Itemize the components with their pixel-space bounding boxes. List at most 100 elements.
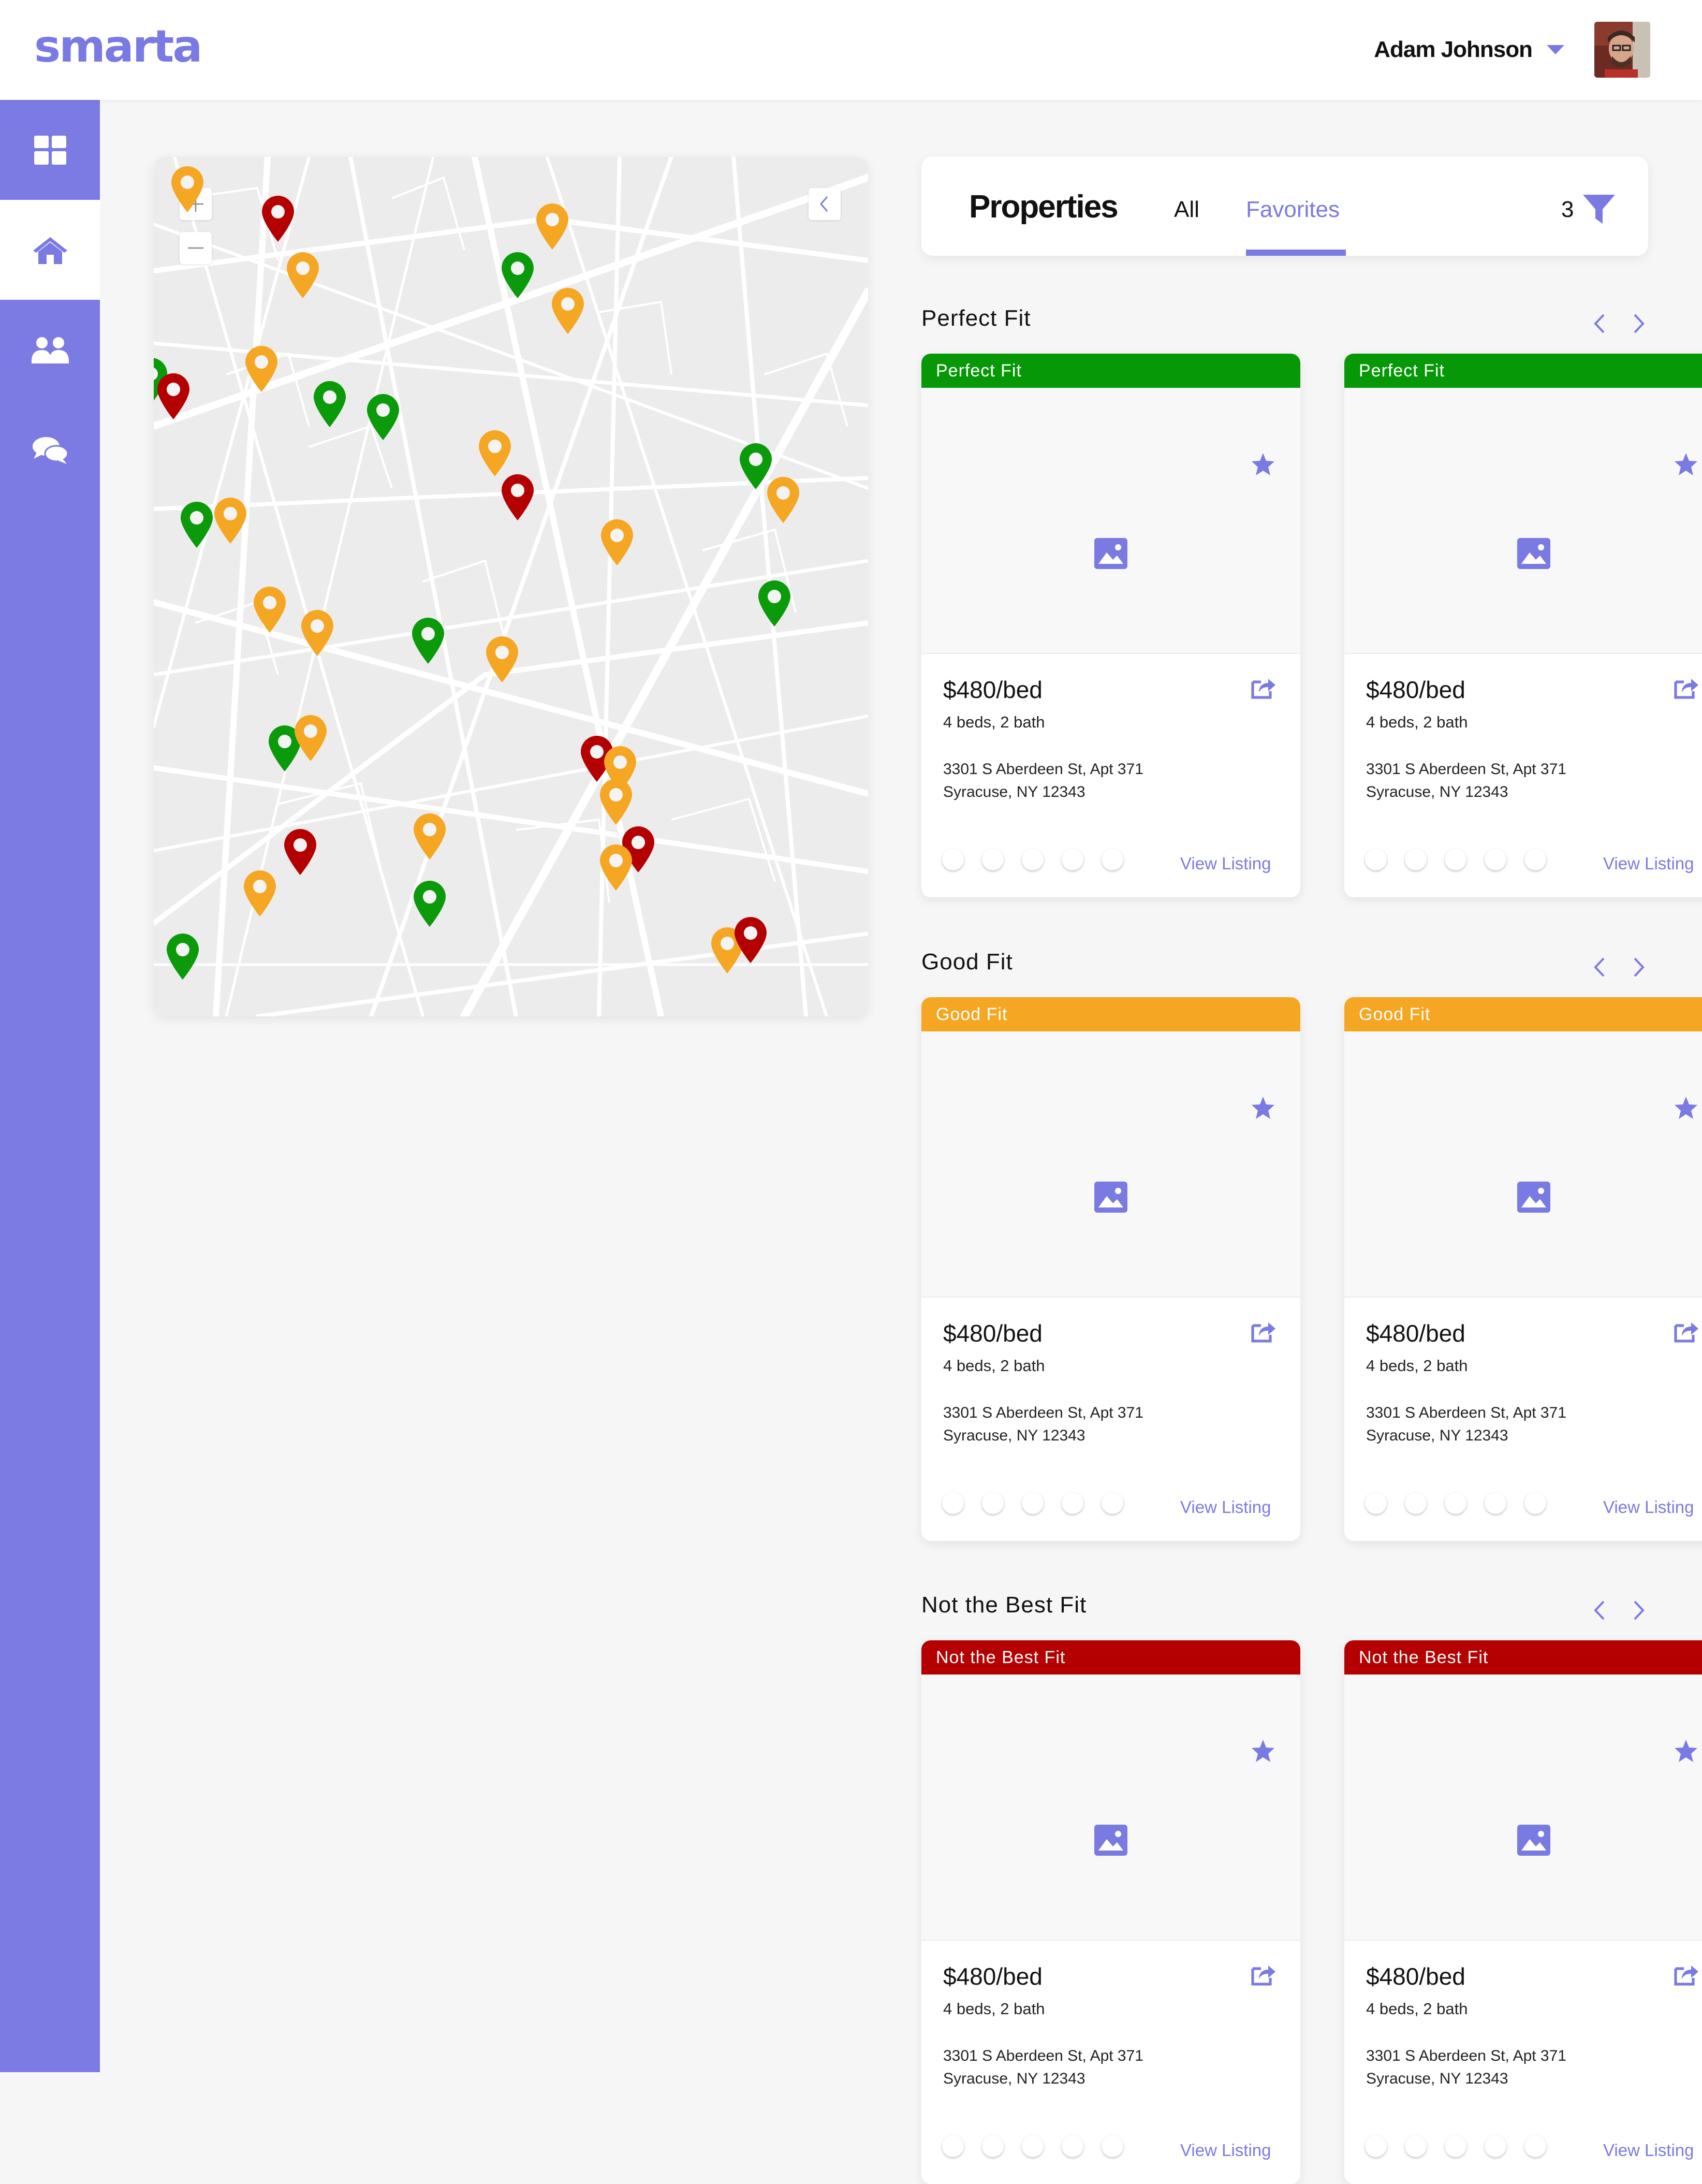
map-pin-orange[interactable] (477, 430, 513, 477)
map-pin-orange[interactable] (299, 609, 335, 657)
map-pin-green[interactable] (410, 617, 446, 665)
carousel-dot[interactable] (1405, 2135, 1427, 2157)
view-listing-link[interactable]: View Listing (1180, 1497, 1271, 1517)
view-listing-link[interactable]: View Listing (1603, 1497, 1694, 1517)
collapse-map-button[interactable] (809, 188, 841, 220)
carousel-dot[interactable] (1102, 1492, 1123, 1514)
caret-down-icon[interactable] (1547, 45, 1564, 54)
section-next-button[interactable] (1628, 954, 1649, 980)
map-pin-orange[interactable] (243, 345, 280, 393)
user-name[interactable]: Adam Johnson (1374, 37, 1533, 63)
map-pin-orange[interactable] (550, 287, 586, 335)
property-map[interactable] (154, 157, 868, 1016)
carousel-dot[interactable] (1485, 2135, 1506, 2157)
favorite-star-icon[interactable] (1251, 452, 1275, 478)
share-icon[interactable] (1674, 1319, 1699, 1346)
carousel-dot[interactable] (1022, 2135, 1044, 2157)
carousel-dot[interactable] (1524, 849, 1546, 870)
map-pin-red[interactable] (732, 916, 769, 964)
view-listing-link[interactable]: View Listing (1603, 2141, 1694, 2160)
user-menu[interactable]: Adam Johnson (1374, 19, 1650, 81)
tab-favorites[interactable]: Favorites (1246, 197, 1340, 223)
map-pin-green[interactable] (179, 501, 215, 549)
property-card[interactable]: Not the Best Fit $480/bed 4 beds, 2 bath 33… (1344, 1640, 1702, 2184)
map-pin-red[interactable] (155, 373, 192, 420)
property-image[interactable] (921, 388, 1300, 654)
property-image[interactable] (921, 1675, 1300, 1941)
map-pin-orange[interactable] (765, 476, 801, 524)
carousel-dot[interactable] (1022, 1492, 1044, 1514)
carousel-dot[interactable] (1365, 849, 1387, 870)
map-pin-orange[interactable] (484, 636, 520, 683)
carousel-dot[interactable] (1524, 2135, 1546, 2157)
app-logo[interactable]: smarta (34, 21, 202, 72)
carousel-dot[interactable] (1445, 2135, 1466, 2157)
section-next-button[interactable] (1628, 1597, 1649, 1623)
carousel-dot[interactable] (1062, 2135, 1083, 2157)
carousel-dot[interactable] (1102, 2135, 1123, 2157)
sidebar-item-users[interactable] (0, 300, 100, 400)
sidebar-item-dashboard[interactable] (0, 100, 100, 200)
carousel-dot[interactable] (1062, 849, 1083, 870)
carousel-dot[interactable] (982, 2135, 1004, 2157)
share-icon[interactable] (1251, 1962, 1276, 1989)
property-card[interactable]: Perfect Fit $480/bed 4 beds, 2 bath 3301 S … (1344, 354, 1702, 897)
map-pin-green[interactable] (412, 880, 448, 928)
view-listing-link[interactable]: View Listing (1180, 2141, 1271, 2160)
section-prev-button[interactable] (1589, 1597, 1610, 1623)
map-pin-orange[interactable] (169, 166, 206, 213)
favorite-star-icon[interactable] (1674, 1739, 1698, 1765)
share-icon[interactable] (1674, 1962, 1699, 1989)
map-pin-orange[interactable] (252, 586, 288, 634)
section-prev-button[interactable] (1589, 954, 1610, 980)
sidebar-item-chat[interactable] (0, 400, 100, 500)
view-listing-link[interactable]: View Listing (1180, 854, 1271, 873)
share-icon[interactable] (1251, 1319, 1276, 1346)
carousel-dot[interactable] (1365, 1492, 1387, 1514)
property-image[interactable] (1344, 1675, 1702, 1941)
filter-icon[interactable] (1582, 194, 1616, 225)
carousel-dot[interactable] (1405, 849, 1427, 870)
map-pin-green[interactable] (756, 580, 793, 628)
carousel-dot[interactable] (982, 1492, 1004, 1514)
property-image[interactable] (1344, 388, 1702, 654)
map-pin-red[interactable] (282, 828, 318, 876)
carousel-dot[interactable] (942, 2135, 964, 2157)
map-pin-green[interactable] (312, 381, 348, 428)
share-icon[interactable] (1251, 676, 1276, 702)
carousel-dot[interactable] (1524, 1492, 1546, 1514)
carousel-dot[interactable] (982, 849, 1004, 870)
view-listing-link[interactable]: View Listing (1603, 854, 1694, 873)
carousel-dot[interactable] (1405, 1492, 1427, 1514)
favorite-star-icon[interactable] (1674, 1096, 1698, 1122)
map-pin-red[interactable] (260, 195, 296, 243)
section-next-button[interactable] (1628, 311, 1649, 337)
map-pin-orange[interactable] (599, 519, 635, 566)
property-image[interactable] (1344, 1031, 1702, 1298)
map-pin-green[interactable] (165, 933, 201, 981)
map-pin-orange[interactable] (242, 870, 278, 918)
map-pin-green[interactable] (500, 252, 536, 299)
sidebar-item-home[interactable] (0, 200, 100, 300)
map-pin-green[interactable] (365, 394, 401, 441)
favorite-star-icon[interactable] (1251, 1096, 1275, 1122)
zoom-out-button[interactable] (180, 232, 212, 264)
carousel-dot[interactable] (1485, 849, 1506, 870)
carousel-dot[interactable] (1445, 1492, 1466, 1514)
carousel-dot[interactable] (1102, 849, 1123, 870)
map-pin-orange[interactable] (292, 715, 329, 762)
carousel-dot[interactable] (1365, 2135, 1387, 2157)
section-prev-button[interactable] (1589, 311, 1610, 337)
map-pin-orange[interactable] (598, 844, 634, 892)
tab-all[interactable]: All (1174, 197, 1199, 223)
property-card[interactable]: Perfect Fit $480/bed 4 beds, 2 bath 3301 S … (921, 354, 1300, 897)
carousel-dot[interactable] (1445, 849, 1466, 870)
property-card[interactable]: Good Fit $480/bed 4 beds, 2 bath 3301 S Abe… (921, 997, 1300, 1541)
property-card[interactable]: Not the Best Fit $480/bed 4 beds, 2 bath 33… (921, 1640, 1300, 2184)
carousel-dot[interactable] (1062, 1492, 1083, 1514)
carousel-dot[interactable] (942, 849, 964, 870)
property-image[interactable] (921, 1031, 1300, 1298)
avatar[interactable] (1594, 22, 1650, 78)
property-card[interactable]: Good Fit $480/bed 4 beds, 2 bath 3301 S Abe… (1344, 997, 1702, 1541)
map-pin-orange[interactable] (412, 813, 448, 861)
